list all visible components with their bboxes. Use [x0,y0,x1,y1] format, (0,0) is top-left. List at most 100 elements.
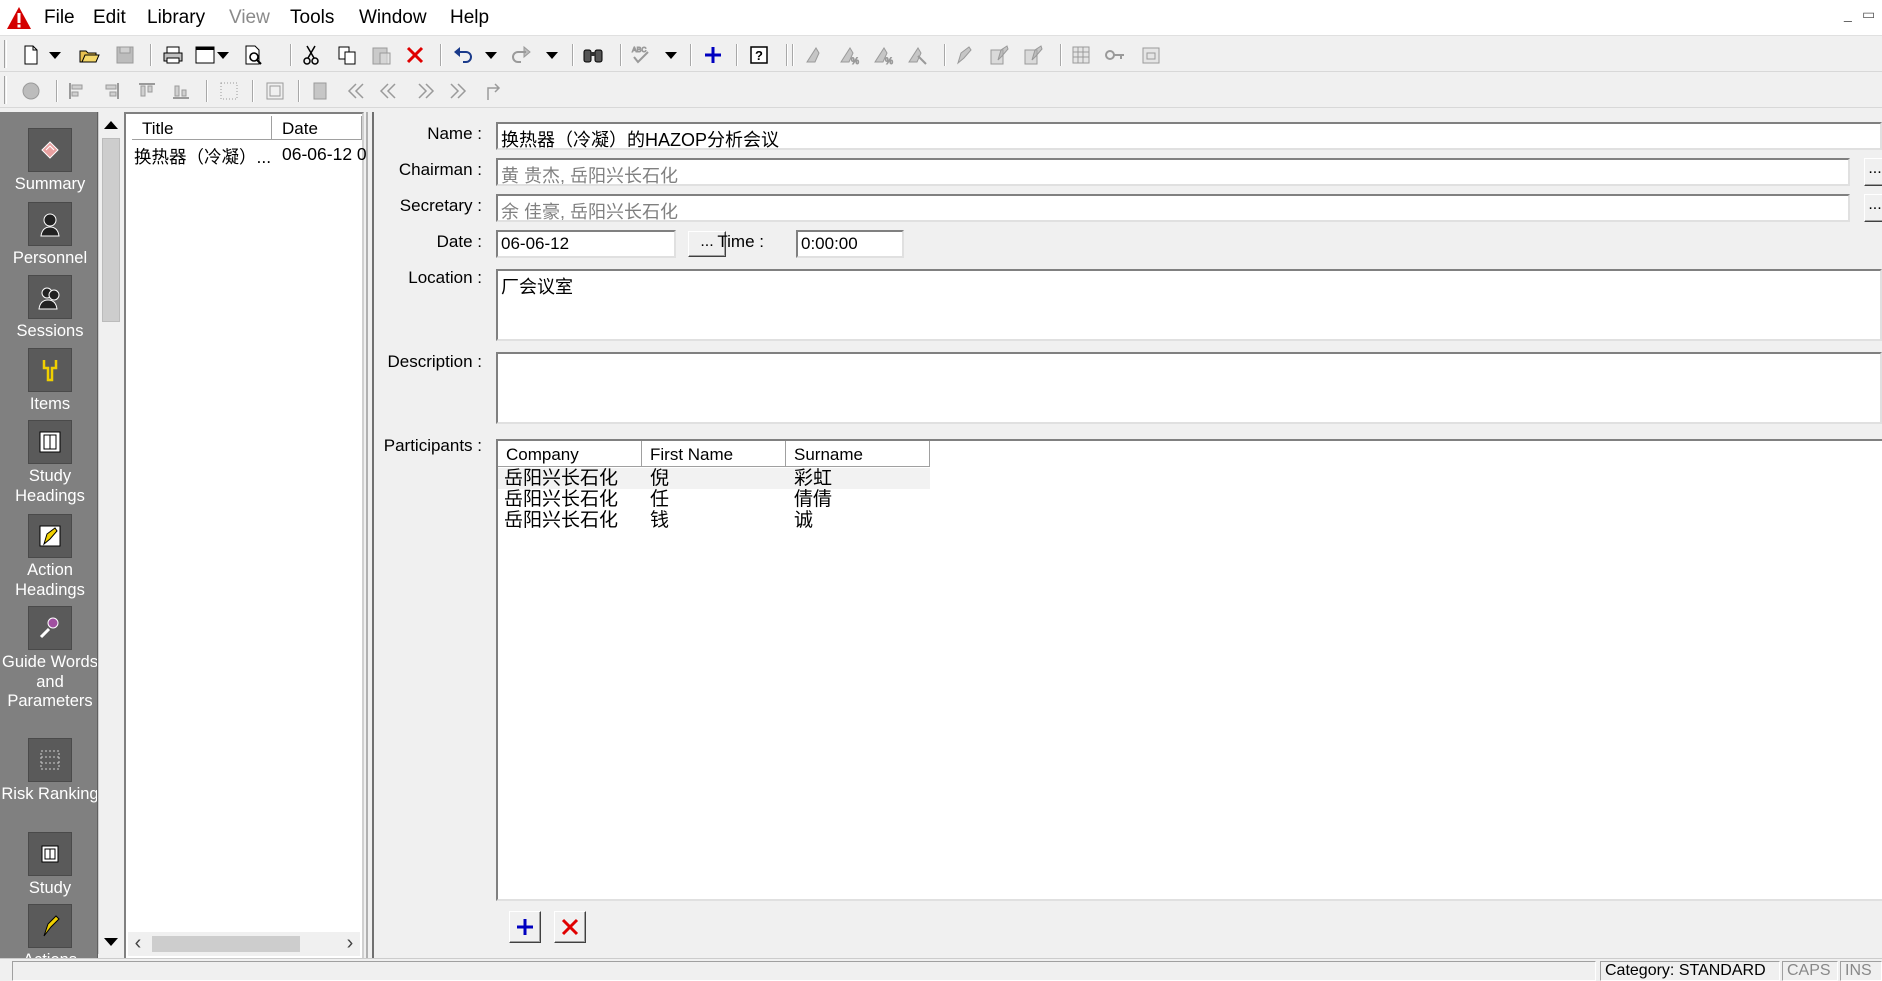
menu-file[interactable]: File [44,7,75,29]
calendar-icon[interactable] [1138,42,1164,68]
column-header-first-name[interactable]: First Name [642,441,786,467]
align-top-icon[interactable] [134,78,160,104]
participant-surname: 倩倩 [794,489,833,510]
menu-library[interactable]: Library [147,7,205,29]
nav-guide-words[interactable]: Guide Words and Parameters [0,606,98,712]
nav-sessions[interactable]: Sessions [0,275,97,342]
description-label: Description : [387,352,482,371]
nav-study-headings[interactable]: Study Headings [0,420,97,506]
edit-comment-icon[interactable] [1020,42,1046,68]
nav-actions[interactable]: Actions [0,904,97,962]
help-icon[interactable]: ? [746,42,772,68]
scroll-up-icon[interactable] [101,115,121,135]
toolbar-grip[interactable] [4,76,7,104]
page-setup-dropdown-icon[interactable] [216,42,230,68]
name-field[interactable]: 换热器（冷凝）的HAZOP分析会议 [496,122,1882,150]
menu-view[interactable]: View [229,7,270,29]
horizontal-scrollbar[interactable]: ‹ › [128,932,360,956]
column-header-date[interactable]: Date [272,116,362,140]
table-row[interactable]: 岳阳兴长石化 任 倩倩 [498,489,930,510]
dotted-grid-icon[interactable] [216,78,242,104]
record-icon[interactable] [18,78,44,104]
secretary-field[interactable]: 余 佳豪, 岳阳兴长石化 [496,194,1850,222]
remove-participant-button[interactable] [554,911,586,943]
edit-pen-icon[interactable] [952,42,978,68]
menu-tools[interactable]: Tools [290,7,334,29]
form-view-icon[interactable] [262,78,288,104]
description-field[interactable] [496,352,1882,424]
time-field[interactable]: 0:00:00 [796,230,904,258]
navigation-toolbar [0,72,1882,108]
nav-items[interactable]: Items [0,348,97,415]
nav-risk-ranking[interactable]: Risk Ranking [0,738,97,805]
previous-record-icon[interactable] [376,78,402,104]
new-document-icon[interactable] [18,42,44,68]
find-icon[interactable] [580,42,606,68]
menu-bar: File Edit Library View Tools Window Help… [0,0,1882,36]
align-bottom-icon[interactable] [168,78,194,104]
link-consequence-icon[interactable]: % [836,42,862,68]
link-safeguard-icon[interactable]: % [870,42,896,68]
chairman-field[interactable]: 黄 贵杰, 岳阳兴长石化 [496,158,1850,186]
restore-icon[interactable]: ▭ [1862,6,1875,23]
print-icon[interactable] [160,42,186,68]
first-record-icon[interactable] [342,78,368,104]
scroll-down-icon[interactable] [101,932,121,952]
spell-check-icon[interactable]: ABC [628,42,654,68]
save-icon[interactable] [112,42,138,68]
nav-action-headings[interactable]: Action Headings [0,514,97,600]
spell-dropdown-icon[interactable] [664,42,678,68]
minimize-icon[interactable]: _ [1844,6,1852,22]
copy-icon[interactable] [334,42,360,68]
outlook-scrollbar[interactable] [98,112,122,954]
chairman-lookup-button[interactable]: ... [1864,158,1882,186]
last-record-icon[interactable] [446,78,472,104]
table-row[interactable]: 岳阳兴长石化 倪 彩虹 [498,468,930,489]
nav-study[interactable]: Study [0,832,97,899]
nav-personnel[interactable]: Personnel [0,202,97,269]
grid-view-icon[interactable] [1068,42,1094,68]
link-action-icon[interactable] [904,42,930,68]
date-field[interactable]: 06-06-12 [496,230,676,258]
location-field[interactable]: 厂会议室 [496,269,1882,341]
delete-icon[interactable] [402,42,428,68]
edit-note-icon[interactable] [986,42,1012,68]
toolbar-grip[interactable] [4,40,7,68]
bookmark-icon[interactable] [308,78,334,104]
column-header-surname[interactable]: Surname [786,441,930,467]
time-label: Time : [717,232,764,251]
print-preview-icon[interactable] [240,42,266,68]
next-record-icon[interactable] [412,78,438,104]
column-header-company[interactable]: Company [498,441,642,467]
nav-sessions-label: Sessions [16,322,84,340]
undo-dropdown-icon[interactable] [484,42,498,68]
redo-dropdown-icon[interactable] [545,42,559,68]
menu-edit[interactable]: Edit [93,7,126,29]
table-row[interactable]: 岳阳兴长石化 钱 诚 [498,510,930,531]
open-folder-icon[interactable] [76,42,102,68]
redo-icon[interactable] [508,42,534,68]
scroll-thumb[interactable] [152,936,300,952]
secretary-lookup-button[interactable]: ... [1864,194,1882,222]
cut-icon[interactable] [298,42,324,68]
add-participant-button[interactable] [509,911,541,943]
svg-text:?: ? [755,48,763,63]
nav-summary[interactable]: Summary [0,128,97,195]
undo-icon[interactable] [450,42,476,68]
add-icon[interactable] [700,42,726,68]
menu-window[interactable]: Window [359,7,427,29]
paste-icon[interactable] [368,42,394,68]
link-cause-icon[interactable] [802,42,828,68]
scroll-right-icon[interactable]: › [342,933,358,953]
page-setup-icon[interactable] [192,42,218,68]
align-right-icon[interactable] [98,78,124,104]
new-dropdown-icon[interactable] [48,42,62,68]
nav-guide-words-label: Guide Words and Parameters [2,653,98,710]
goto-icon[interactable] [480,78,506,104]
scroll-thumb[interactable] [102,138,120,322]
menu-help[interactable]: Help [450,7,489,29]
scroll-left-icon[interactable]: ‹ [130,933,146,953]
key-icon[interactable] [1102,42,1128,68]
align-left-icon[interactable] [64,78,90,104]
column-header-title[interactable]: Title [132,116,272,140]
